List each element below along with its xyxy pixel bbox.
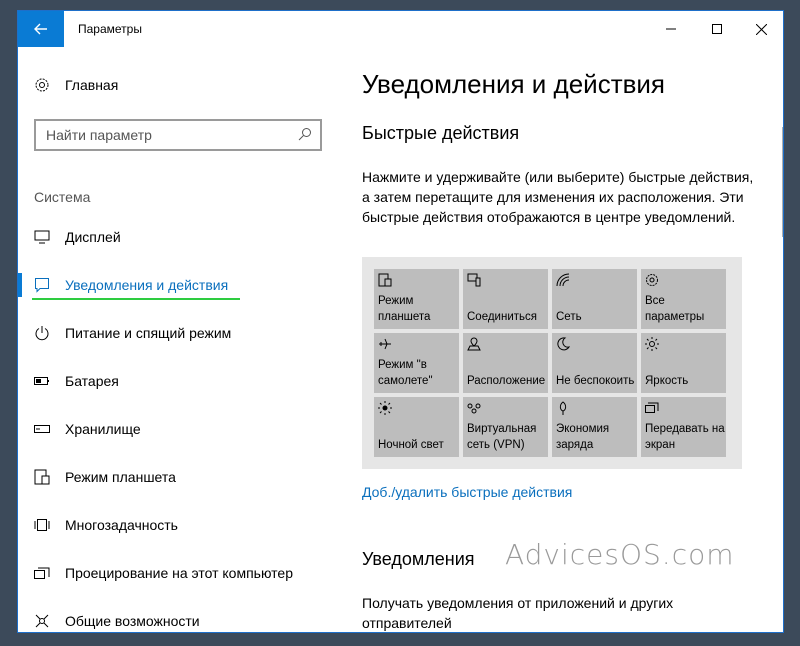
- tile-night-light[interactable]: Ночной свет: [374, 397, 459, 457]
- quick-actions-panel: Режим планшета Соединиться Сеть Все пара…: [362, 257, 742, 469]
- tile-project[interactable]: Передавать на экран: [641, 397, 726, 457]
- tile-brightness[interactable]: Яркость: [641, 333, 726, 393]
- connect-icon: [467, 273, 481, 287]
- sidebar-item-display[interactable]: Дисплей: [18, 217, 338, 257]
- storage-icon: [34, 421, 50, 437]
- tile-connect[interactable]: Соединиться: [463, 269, 548, 329]
- sidebar: Главная Найти параметр Система Дисплей У…: [18, 47, 338, 632]
- maximize-button[interactable]: [694, 11, 740, 47]
- notifications-heading: Уведомления: [362, 549, 475, 569]
- minimize-icon: [666, 28, 676, 30]
- tile-label: Соединиться: [467, 311, 537, 323]
- notification-icon: [34, 277, 50, 293]
- project-icon: [645, 402, 659, 413]
- quick-actions-heading: Быстрые действия: [362, 123, 520, 143]
- sidebar-item-label: Режим планшета: [65, 469, 176, 485]
- projection-icon: [34, 565, 50, 581]
- vpn-icon: [467, 403, 481, 414]
- settings-icon: [646, 274, 658, 286]
- quick-actions-description: Нажмите и удерживайте (или выберите) быс…: [362, 169, 754, 225]
- sidebar-item-storage[interactable]: Хранилище: [18, 409, 338, 449]
- airplane-icon: [379, 338, 391, 350]
- tile-all-settings[interactable]: Все параметры: [641, 269, 726, 329]
- page-title: Уведомления и действия: [362, 69, 666, 99]
- tile-label: Экономия заряда: [556, 423, 610, 451]
- active-indicator: [18, 273, 22, 297]
- close-button[interactable]: [738, 11, 783, 47]
- watermark: AdvicesOS.com: [505, 538, 735, 571]
- moon-icon: [557, 337, 570, 351]
- tile-label: Не беспокоить: [556, 375, 635, 387]
- tile-label: Режим планшета: [378, 295, 431, 323]
- section-label-system: Система: [34, 189, 91, 205]
- tablet-mode-icon: [34, 469, 50, 485]
- sidebar-item-shared-experiences[interactable]: Общие возможности: [18, 601, 338, 632]
- tile-label: Ночной свет: [378, 439, 444, 451]
- sidebar-item-label: Проецирование на этот компьютер: [65, 565, 293, 581]
- notifications-description: Получать уведомления от приложений и дру…: [362, 595, 674, 631]
- sidebar-item-label: Дисплей: [65, 229, 121, 245]
- shared-experiences-icon: [34, 613, 50, 629]
- maximize-icon: [712, 24, 722, 34]
- sidebar-item-label: Общие возможности: [65, 613, 200, 629]
- sidebar-item-tablet-mode[interactable]: Режим планшета: [18, 457, 338, 497]
- sidebar-item-label: Многозадачность: [65, 517, 178, 533]
- network-icon: [556, 273, 570, 287]
- search-placeholder: Найти параметр: [46, 127, 152, 143]
- brightness-icon: [645, 337, 659, 351]
- multitasking-icon: [34, 517, 50, 533]
- tablet-mode-icon: [378, 273, 392, 287]
- tile-label: Виртуальная сеть (VPN): [467, 423, 537, 451]
- minimize-button[interactable]: [648, 11, 694, 47]
- sidebar-item-power[interactable]: Питание и спящий режим: [18, 313, 338, 353]
- battery-icon: [34, 373, 50, 389]
- night-light-icon: [378, 401, 392, 415]
- window-title: Параметры: [78, 22, 142, 36]
- tile-vpn[interactable]: Виртуальная сеть (VPN): [463, 397, 548, 457]
- battery-saver-icon: [559, 401, 567, 415]
- tile-do-not-disturb[interactable]: Не беспокоить: [552, 333, 637, 393]
- sidebar-item-label: Питание и спящий режим: [65, 325, 232, 341]
- home-link[interactable]: Главная: [34, 77, 118, 93]
- location-icon: [467, 337, 481, 351]
- tile-label: Все параметры: [645, 295, 705, 323]
- arrow-left-icon: [34, 23, 47, 35]
- tile-location[interactable]: Расположение: [463, 333, 548, 393]
- tile-label: Передавать на экран: [645, 423, 725, 451]
- add-remove-quick-actions-link[interactable]: Доб./удалить быстрые действия: [362, 484, 572, 500]
- search-input[interactable]: Найти параметр: [34, 119, 322, 151]
- tile-network[interactable]: Сеть: [552, 269, 637, 329]
- sidebar-item-notifications[interactable]: Уведомления и действия: [18, 265, 338, 305]
- sidebar-item-battery[interactable]: Батарея: [18, 361, 338, 401]
- sidebar-item-projection[interactable]: Проецирование на этот компьютер: [18, 553, 338, 593]
- monitor-icon: [34, 229, 50, 245]
- gear-icon: [34, 77, 50, 93]
- tile-label: Расположение: [467, 375, 546, 387]
- back-button[interactable]: [18, 11, 64, 47]
- tile-battery-saver[interactable]: Экономия заряда: [552, 397, 637, 457]
- sidebar-item-label: Хранилище: [65, 421, 141, 437]
- close-icon: [755, 23, 767, 35]
- tile-tablet-mode[interactable]: Режим планшета: [374, 269, 459, 329]
- home-label: Главная: [65, 77, 119, 93]
- sidebar-item-label: Уведомления и действия: [65, 277, 229, 293]
- power-icon: [34, 325, 50, 341]
- sidebar-item-label: Батарея: [65, 373, 119, 389]
- tile-label: Сеть: [556, 311, 582, 323]
- search-icon: [298, 128, 311, 141]
- title-bar: Параметры: [18, 11, 783, 47]
- tile-airplane-mode[interactable]: Режим "в самолете": [374, 333, 459, 393]
- sidebar-item-multitasking[interactable]: Многозадачность: [18, 505, 338, 545]
- tile-label: Режим "в самолете": [378, 359, 433, 387]
- scrollbar[interactable]: [782, 127, 783, 237]
- tile-label: Яркость: [645, 375, 689, 387]
- highlight-underline: [32, 298, 240, 300]
